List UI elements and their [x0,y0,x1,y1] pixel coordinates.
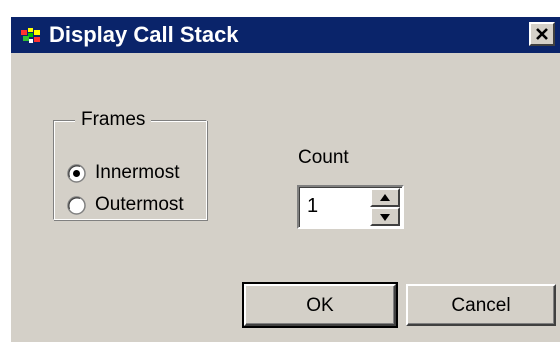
radio-selected-icon[interactable] [67,164,86,183]
display-call-stack-dialog: Display Call Stack Frames Innermost Oute… [10,16,560,342]
arrow-up-icon [380,194,390,201]
app-icon [21,27,43,44]
count-label: Count [298,147,349,168]
count-down-button[interactable] [370,207,400,226]
ok-button[interactable]: OK [242,282,398,328]
radio-unselected-icon[interactable] [67,196,86,215]
close-icon [536,28,548,40]
window-title: Display Call Stack [49,22,239,47]
title-bar[interactable]: Display Call Stack [11,17,560,53]
cancel-button[interactable]: Cancel [406,284,556,326]
radio-innermost-label: Innermost [95,162,180,183]
count-stepper [297,185,404,229]
arrow-down-icon [380,214,390,221]
frames-legend: Frames [75,109,152,131]
count-input[interactable] [307,191,361,221]
count-up-button[interactable] [370,188,400,207]
radio-outermost-label: Outermost [95,194,184,215]
close-button[interactable] [529,22,555,46]
